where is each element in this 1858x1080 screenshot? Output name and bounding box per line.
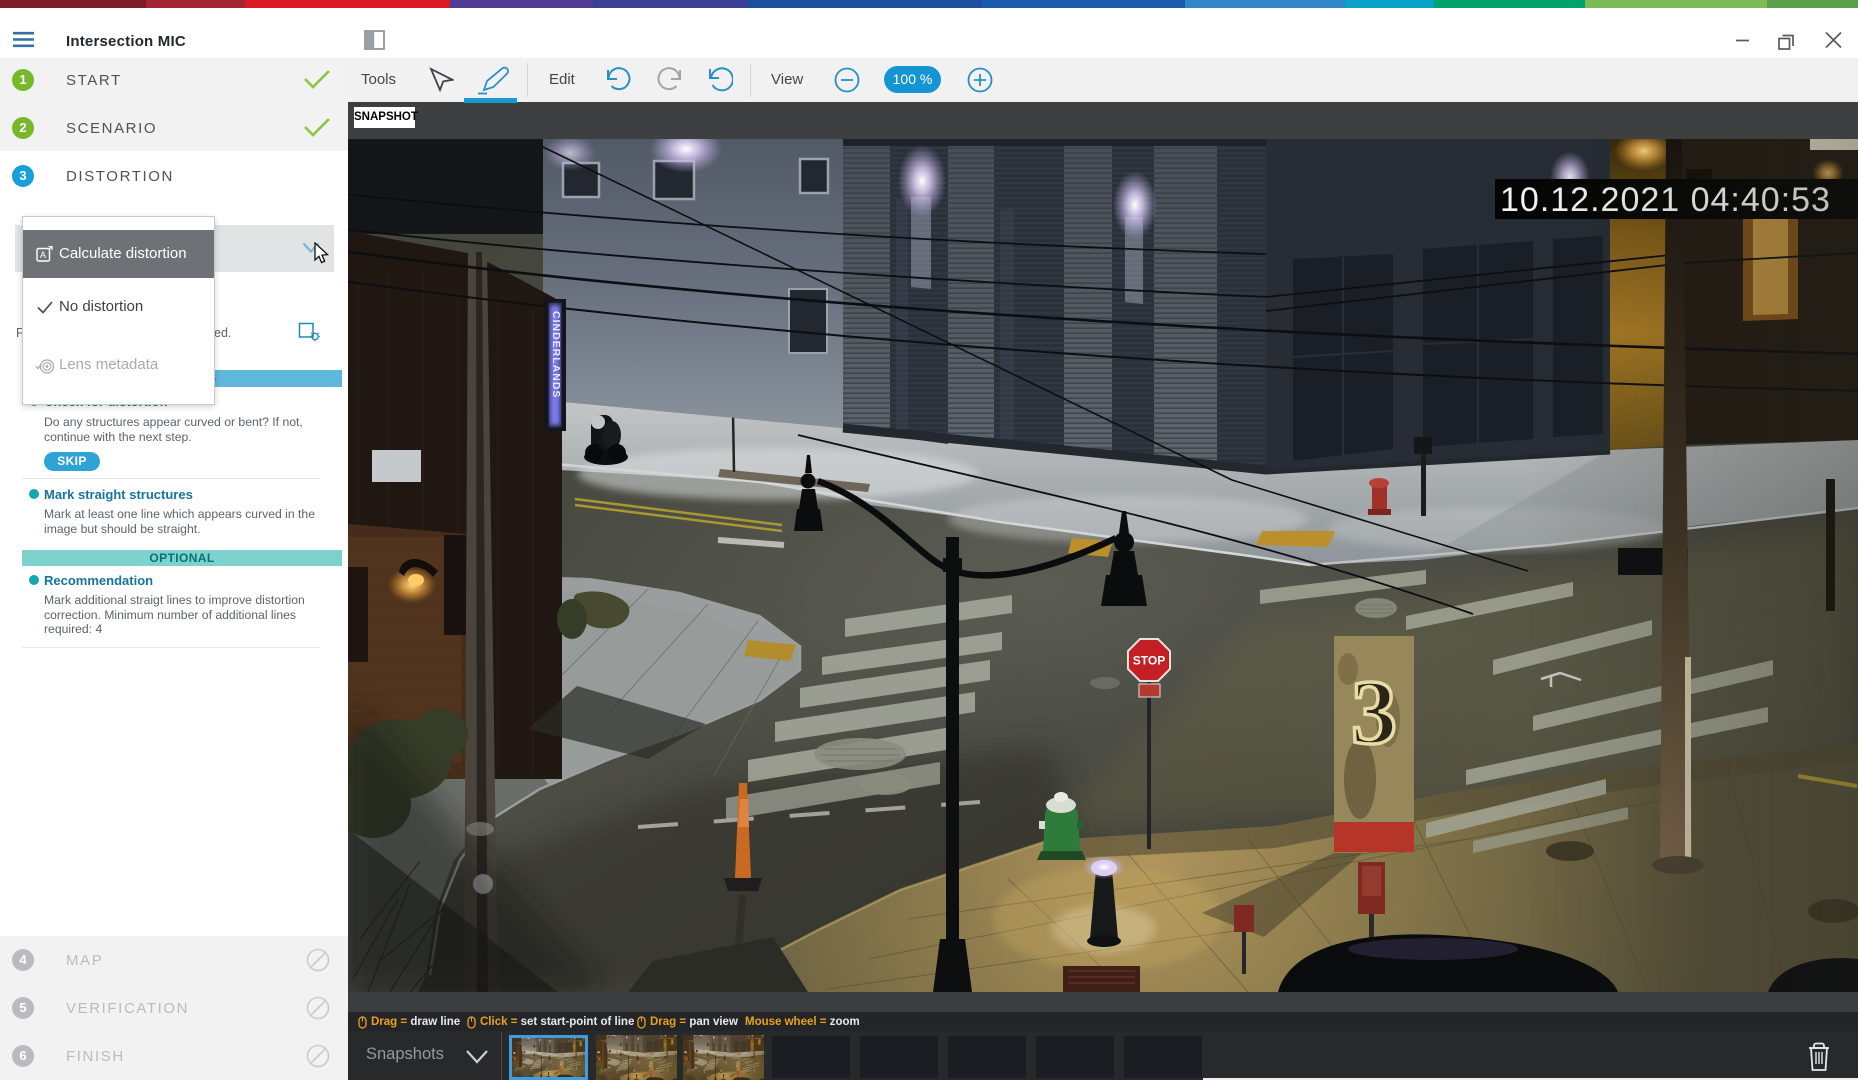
svg-text:STOP: STOP (1133, 654, 1165, 668)
svg-text:A: A (40, 250, 46, 260)
svg-text:CINDERLANDS: CINDERLANDS (550, 311, 562, 398)
svg-text:3: 3 (1351, 661, 1397, 763)
